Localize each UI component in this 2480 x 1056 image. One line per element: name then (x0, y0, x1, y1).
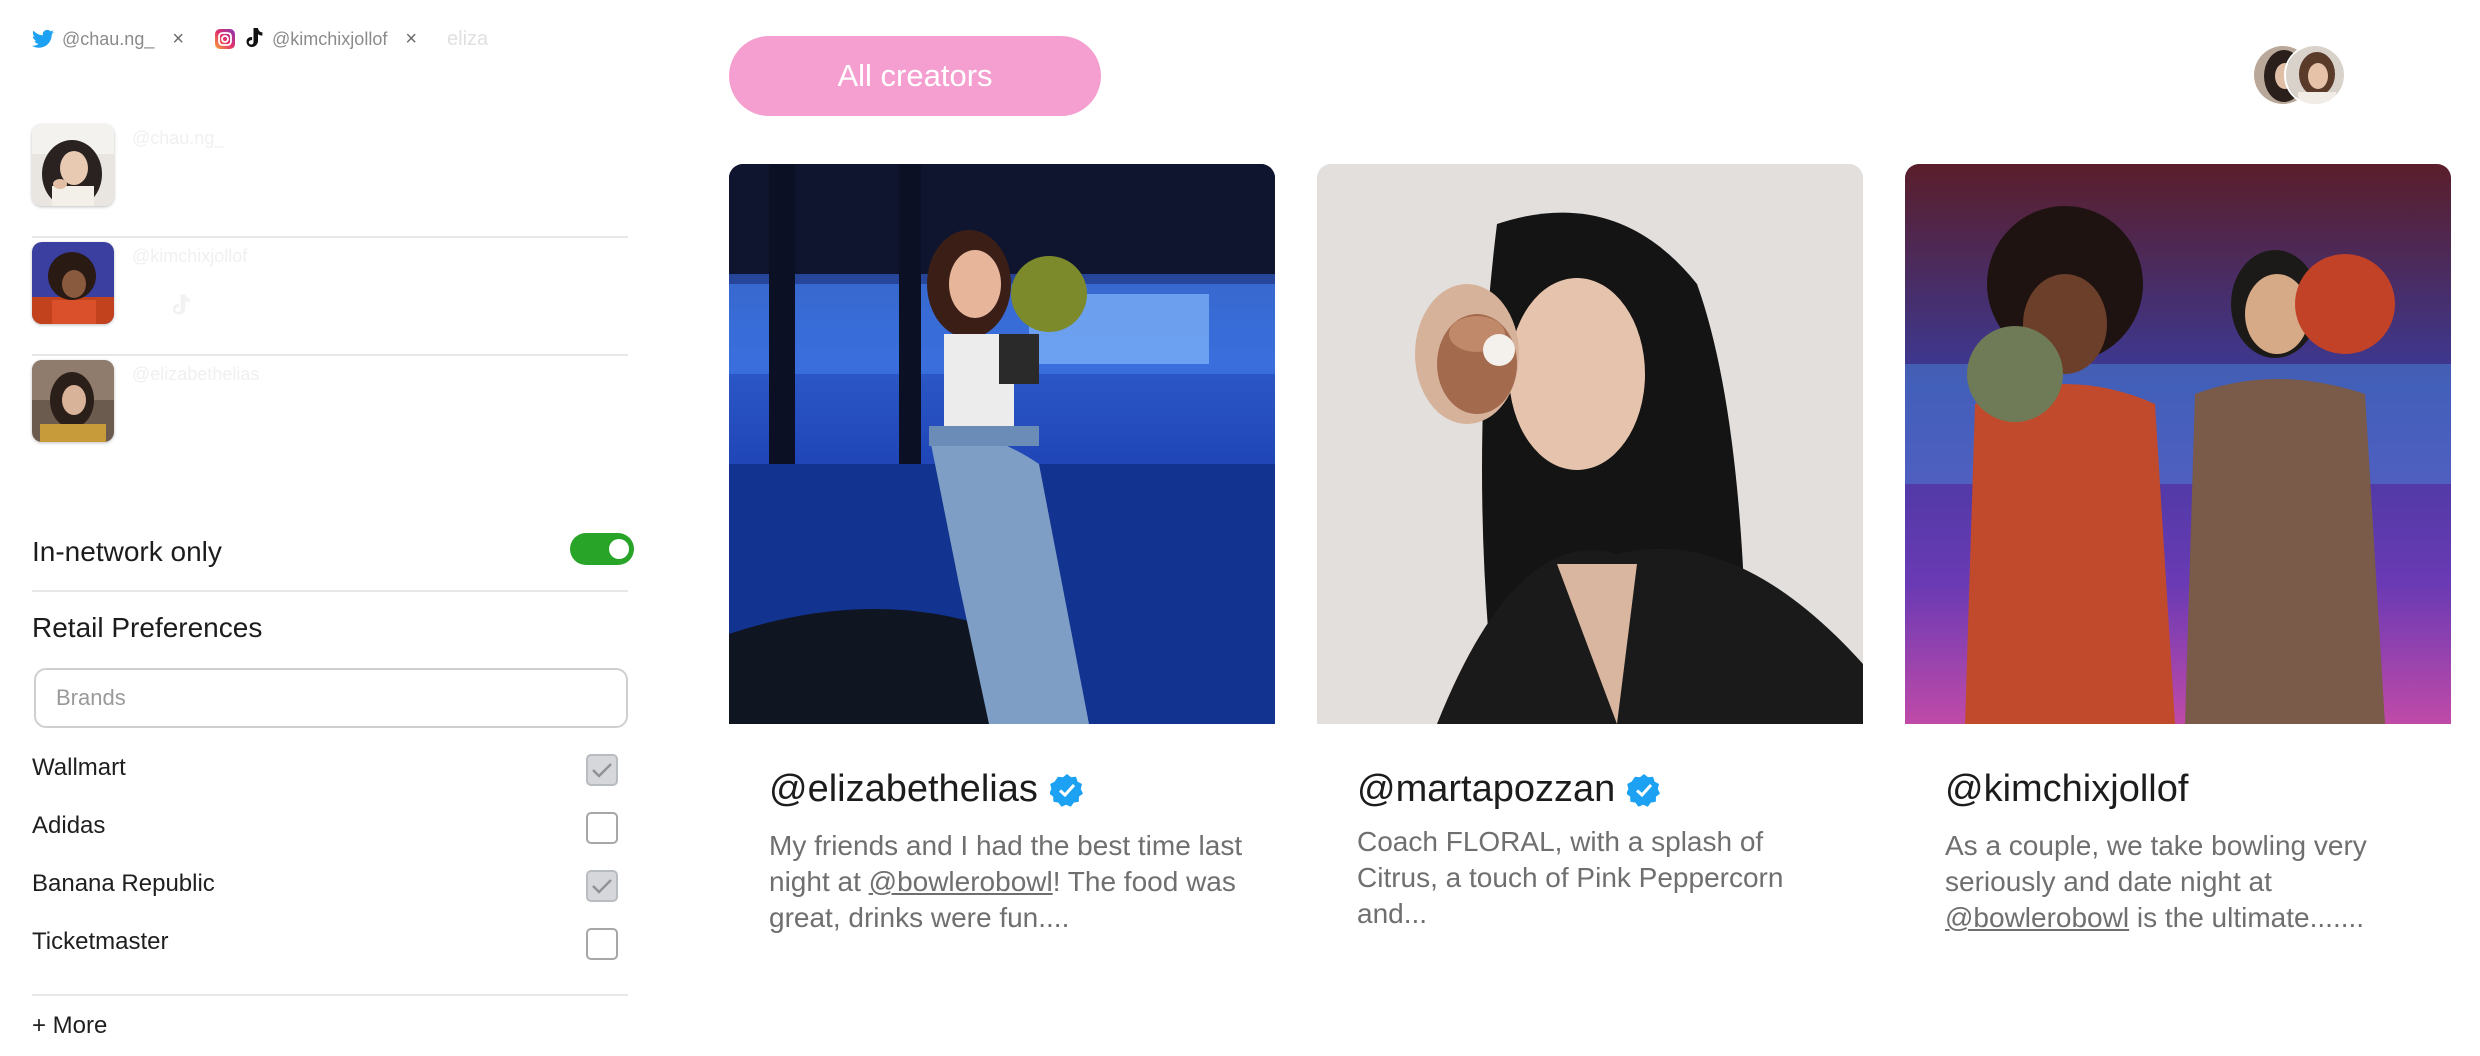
creator-name: @chau.ng_ (132, 128, 225, 148)
in-network-toggle[interactable] (570, 533, 634, 565)
brands-search-input[interactable] (34, 668, 628, 728)
brand-checkbox[interactable] (586, 812, 618, 844)
mention-link[interactable]: @bowlerobowl (1945, 902, 2129, 933)
close-icon[interactable]: × (405, 28, 417, 51)
creator-card[interactable]: @kimchixjollof As a couple, we take bowl… (1905, 164, 2451, 933)
creator-photo[interactable] (729, 164, 1275, 724)
brand-row[interactable]: Adidas (32, 800, 628, 858)
creator-list: @chau.ng_ @kimchixjollof @elizabethelias (32, 120, 628, 474)
avatar (32, 124, 114, 206)
avatar (32, 242, 114, 324)
card-description: Coach FLORAL, with a splash of Citrus, a… (1357, 824, 1837, 932)
filter-tag-row: @chau.ng_ × @kimchixjollof × (32, 24, 568, 54)
brand-checkbox[interactable] (586, 754, 618, 786)
desc-text: is the ultimate....... (2129, 902, 2365, 933)
all-creators-button[interactable]: All creators (729, 36, 1101, 116)
toggle-knob (609, 539, 629, 559)
more-brands-link[interactable]: + More (32, 1012, 107, 1040)
creator-name: @kimchixjollof (132, 246, 248, 266)
brand-row[interactable]: Banana Republic (32, 858, 628, 916)
verified-icon (1627, 773, 1661, 807)
brand-row[interactable]: Wallmart (32, 742, 628, 800)
brand-label: Wallmart (32, 754, 126, 781)
brand-checkbox[interactable] (586, 928, 618, 960)
tiktok-icon (170, 294, 192, 323)
in-network-label: In-network only (32, 536, 222, 567)
creator-handle[interactable]: @kimchixjollof (1945, 768, 2188, 811)
close-icon[interactable]: × (172, 28, 184, 51)
sidebar: @chau.ng_ × @kimchixjollof × @chau.ng_ (0, 0, 680, 1056)
divider (32, 994, 628, 996)
avatar (2284, 44, 2346, 106)
list-item[interactable]: @elizabethelias (32, 356, 628, 474)
instagram-icon (214, 28, 236, 50)
tiktok-icon (244, 28, 264, 50)
desc-text: Coach FLORAL, with a splash of Citrus, a… (1357, 826, 1784, 929)
check-icon (592, 879, 612, 894)
brand-list: Wallmart Adidas Banana Republic Ticketma… (32, 742, 628, 974)
creator-handle[interactable]: @martapozzan (1357, 768, 1615, 811)
creator-name: @elizabethelias (132, 364, 260, 384)
filter-tag[interactable]: @kimchixjollof × (214, 24, 417, 54)
card-description: As a couple, we take bowling very seriou… (1945, 828, 2425, 936)
creator-photo[interactable] (1905, 164, 2451, 724)
creator-card[interactable]: @elizabethelias My friends and I had the… (729, 164, 1275, 933)
retail-preferences-title: Retail Preferences (32, 612, 263, 643)
card-description: My friends and I had the best time last … (769, 828, 1249, 936)
list-item[interactable]: @kimchixjollof (32, 238, 628, 356)
filter-tag-label: @kimchixjollof (272, 28, 388, 49)
in-network-row: In-network only (32, 528, 634, 592)
brand-checkbox[interactable] (586, 870, 618, 902)
avatar-stack[interactable] (2252, 44, 2348, 108)
twitter-icon (32, 29, 54, 49)
creator-card[interactable]: @martapozzan Coach FLORAL, with a splash… (1317, 164, 1863, 929)
list-item[interactable]: @chau.ng_ (32, 120, 628, 238)
brand-label: Banana Republic (32, 870, 215, 897)
avatar (32, 360, 114, 442)
card-handle-row: @elizabethelias (769, 768, 1084, 811)
card-handle-row: @kimchixjollof (1945, 768, 2188, 811)
creator-search-input[interactable] (447, 27, 568, 51)
check-icon (592, 763, 612, 778)
brand-label: Adidas (32, 812, 106, 839)
brand-row[interactable]: Ticketmaster (32, 916, 628, 974)
card-handle-row: @martapozzan (1357, 768, 1661, 811)
mention-link[interactable]: @bowlerobowl (869, 866, 1053, 897)
filter-tag[interactable]: @chau.ng_ × (32, 24, 184, 54)
brand-label: Ticketmaster (32, 928, 169, 955)
verified-icon (1049, 773, 1083, 807)
filter-tag-label: @chau.ng_ (62, 28, 155, 49)
creator-photo[interactable] (1317, 164, 1863, 724)
creator-handle[interactable]: @elizabethelias (769, 768, 1038, 811)
desc-text: As a couple, we take bowling very seriou… (1945, 830, 2367, 897)
